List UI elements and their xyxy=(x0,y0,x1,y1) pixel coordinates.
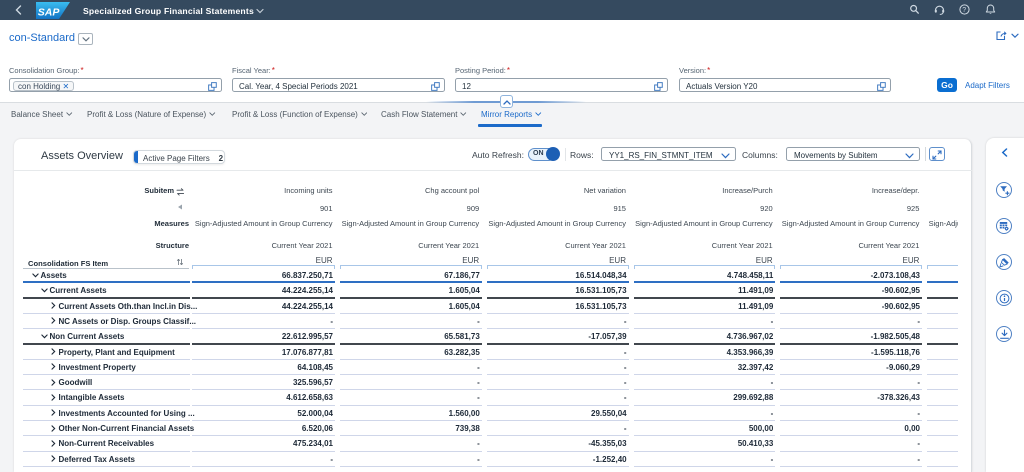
svg-text:SAP: SAP xyxy=(38,6,61,18)
svg-text:?: ? xyxy=(962,7,966,14)
